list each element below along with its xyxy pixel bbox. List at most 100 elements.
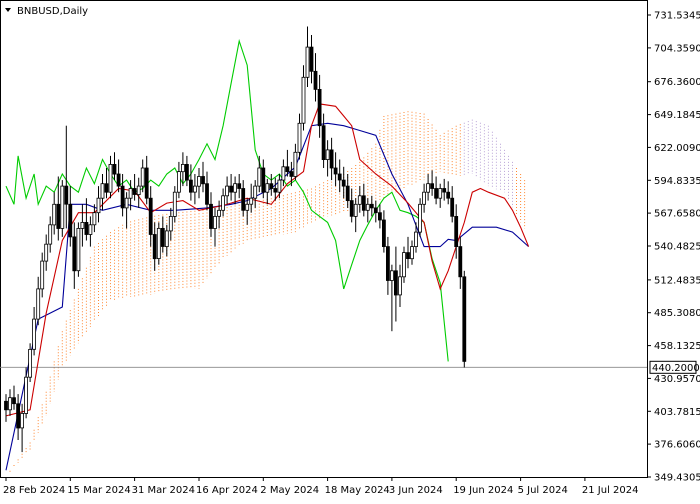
candle-body <box>345 185 350 202</box>
y-tick-label: 430.9570 <box>654 374 700 385</box>
candle-body <box>201 176 205 185</box>
candle-body <box>361 195 366 211</box>
candle-body <box>56 203 61 229</box>
candle-body <box>373 207 378 214</box>
candle-body <box>160 227 165 247</box>
x-tick-label: 21 Jul 2024 <box>582 485 639 496</box>
candle-body <box>112 163 117 175</box>
y-tick-label: 622.0090 <box>654 143 700 154</box>
candle-body <box>265 183 270 193</box>
candle-body <box>434 188 439 199</box>
candle-body <box>309 46 314 72</box>
candle-body <box>225 185 230 197</box>
candle-body <box>12 397 16 405</box>
x-tick-label: 28 Feb 2024 <box>3 485 65 496</box>
candle-body <box>88 224 93 235</box>
candle-body <box>176 171 181 193</box>
candle-body <box>454 215 459 247</box>
candle-body <box>124 197 129 209</box>
candle-body <box>188 179 193 193</box>
y-tick-label: 485.3080 <box>654 308 700 319</box>
candle-body <box>120 185 125 209</box>
candle-body <box>385 246 390 281</box>
candle-body <box>128 188 133 199</box>
candle-body <box>76 227 81 272</box>
y-tick-label: 704.3590 <box>654 43 700 54</box>
x-tick-label: 16 Apr 2024 <box>196 485 258 496</box>
candle-body <box>80 221 85 229</box>
candle-body <box>92 212 97 226</box>
candle-body <box>48 224 53 245</box>
y-tick-label: 403.7815 <box>654 407 700 418</box>
candle-body <box>257 167 262 187</box>
candle-body <box>144 167 149 199</box>
candle-body <box>104 183 109 193</box>
candle-body <box>365 203 370 211</box>
candle-body <box>349 200 354 217</box>
candle-body <box>301 76 306 124</box>
candle-body <box>96 197 101 214</box>
candle-body <box>8 397 12 411</box>
y-tick-label: 376.6060 <box>654 440 700 451</box>
candle-body <box>313 70 318 90</box>
candle-body <box>293 151 298 177</box>
candle-body <box>140 167 145 187</box>
candle-body <box>205 183 209 205</box>
candle-body <box>261 167 266 193</box>
y-tick-label: 676.3600 <box>654 77 700 88</box>
candle-body <box>414 231 418 248</box>
y-tick-label: 649.1845 <box>654 110 700 121</box>
candle-body <box>426 183 431 193</box>
candle-body <box>72 236 77 272</box>
candle-body <box>245 203 250 211</box>
candle-body <box>249 197 254 205</box>
candle-body <box>209 203 213 229</box>
candle-body <box>418 203 423 233</box>
candle-body <box>221 195 226 211</box>
x-axis: 28 Feb 2024 15 Mar 2024 31 Mar 2024 16 Apr … <box>3 477 639 496</box>
candle-body <box>64 185 69 205</box>
current-price-tag: 440.2000 <box>649 360 700 374</box>
candle-body <box>462 276 467 362</box>
x-tick-label: 31 Mar 2024 <box>132 485 195 496</box>
price-tag-label: 440.2000 <box>652 363 700 374</box>
y-tick-label: 567.6580 <box>654 209 700 220</box>
candle-body <box>450 197 455 217</box>
candle-body <box>197 176 201 187</box>
candle-body <box>4 400 8 411</box>
plot-frame <box>0 0 648 478</box>
candle-body <box>446 191 451 199</box>
candle-body <box>52 203 57 226</box>
candle-body <box>406 252 410 260</box>
candle-body <box>329 149 334 169</box>
y-tick-label: 594.8335 <box>654 176 700 187</box>
candle-body <box>341 179 346 187</box>
x-tick-label: 3 Jun 2024 <box>389 485 443 496</box>
candle-body <box>40 260 45 290</box>
x-tick-label: 15 Mar 2024 <box>67 485 130 496</box>
candle-body <box>321 125 326 160</box>
candle-body <box>289 171 294 177</box>
y-tick-label: 349.4305 <box>654 473 700 484</box>
x-tick-label: 19 Jun 2024 <box>453 485 513 496</box>
y-axis: 731.5345 704.3590 676.3600 649.1845 622.0090… <box>647 11 700 484</box>
candle-body <box>357 195 362 205</box>
candle-body <box>458 246 463 278</box>
candle-body <box>277 179 282 193</box>
chart-title: BNBUSD,Daily <box>17 6 88 17</box>
candle-body <box>237 183 242 189</box>
x-tick-label: 5 Jul 2024 <box>518 485 568 496</box>
candle-body <box>281 166 286 181</box>
y-tick-label: 458.1325 <box>654 341 700 352</box>
candle-body <box>116 173 121 187</box>
candle-body <box>317 89 322 127</box>
candle-body <box>285 166 290 173</box>
candle-body <box>16 403 21 429</box>
candle-body <box>44 243 49 262</box>
candle-body <box>192 185 197 193</box>
candle-body <box>152 234 157 260</box>
candle-body <box>24 376 29 414</box>
candle-body <box>213 215 217 229</box>
candle-body <box>100 183 105 199</box>
candle-body <box>156 227 161 259</box>
